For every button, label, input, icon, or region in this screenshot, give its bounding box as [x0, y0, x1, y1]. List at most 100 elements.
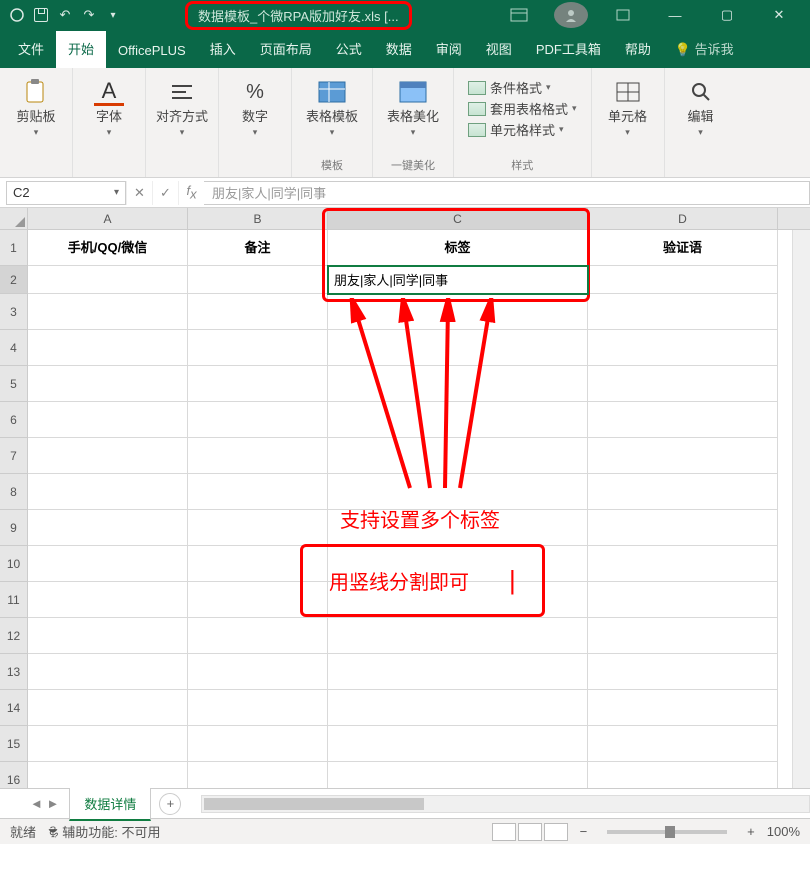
cell[interactable] — [328, 546, 588, 582]
cell[interactable] — [588, 474, 778, 510]
row-header[interactable]: 4 — [0, 330, 28, 366]
cell[interactable] — [188, 546, 328, 582]
tab-pdf[interactable]: PDF工具箱 — [524, 31, 613, 68]
cell[interactable] — [28, 402, 188, 438]
col-header-c[interactable]: C — [328, 208, 588, 229]
cell[interactable] — [328, 330, 588, 366]
cell[interactable]: 手机/QQ/微信 — [28, 230, 188, 266]
name-box[interactable]: C2▾ — [6, 181, 126, 205]
font-button[interactable]: A 字体▾ — [81, 74, 137, 139]
cell[interactable] — [328, 366, 588, 402]
cell[interactable] — [588, 330, 778, 366]
new-sheet-button[interactable]: + — [159, 793, 181, 815]
number-button[interactable]: % 数字▾ — [227, 74, 283, 139]
cells-button[interactable]: 单元格▾ — [600, 74, 656, 139]
minimize-button[interactable]: — — [658, 2, 692, 28]
cell[interactable] — [28, 546, 188, 582]
toolbar-icon[interactable] — [502, 2, 536, 28]
cell[interactable] — [28, 266, 188, 294]
formula-input[interactable]: 朋友|家人|同学|同事 — [204, 181, 810, 205]
row-header[interactable]: 13 — [0, 654, 28, 690]
tab-review[interactable]: 审阅 — [424, 31, 474, 68]
fx-icon[interactable]: fx — [178, 181, 204, 205]
tab-tellme[interactable]: 💡 告诉我 — [663, 31, 746, 68]
cell[interactable] — [328, 474, 588, 510]
cell[interactable] — [328, 294, 588, 330]
cell[interactable] — [28, 654, 188, 690]
row-header[interactable]: 6 — [0, 402, 28, 438]
cell[interactable] — [188, 690, 328, 726]
cell[interactable] — [188, 294, 328, 330]
cell[interactable] — [28, 582, 188, 618]
cell[interactable] — [188, 402, 328, 438]
cell[interactable] — [328, 582, 588, 618]
autosave-icon[interactable] — [8, 6, 26, 24]
beautify-button[interactable]: 表格美化▾ — [381, 74, 445, 139]
row-header[interactable]: 15 — [0, 726, 28, 762]
row-header[interactable]: 8 — [0, 474, 28, 510]
cell[interactable] — [588, 762, 778, 788]
tab-help[interactable]: 帮助 — [613, 31, 663, 68]
cell[interactable] — [588, 618, 778, 654]
cell[interactable] — [588, 266, 778, 294]
cell[interactable] — [328, 402, 588, 438]
cell[interactable] — [188, 438, 328, 474]
ribbon-mode-icon[interactable] — [606, 2, 640, 28]
tab-formula[interactable]: 公式 — [324, 31, 374, 68]
cell[interactable] — [28, 618, 188, 654]
cell[interactable] — [588, 726, 778, 762]
tab-data[interactable]: 数据 — [374, 31, 424, 68]
tab-view[interactable]: 视图 — [474, 31, 524, 68]
row-header[interactable]: 9 — [0, 510, 28, 546]
cell-active[interactable]: 朋友|家人|同学|同事 — [328, 266, 588, 294]
zoom-in-button[interactable]: + — [747, 824, 755, 839]
cell[interactable] — [588, 654, 778, 690]
cell[interactable] — [588, 582, 778, 618]
cell[interactable] — [328, 690, 588, 726]
zoom-slider[interactable] — [607, 830, 727, 834]
cell[interactable] — [588, 402, 778, 438]
row-header[interactable]: 14 — [0, 690, 28, 726]
cell[interactable]: 备注 — [188, 230, 328, 266]
align-button[interactable]: 对齐方式▾ — [154, 74, 210, 139]
template-button[interactable]: 表格模板▾ — [300, 74, 364, 139]
cell[interactable] — [28, 726, 188, 762]
row-header[interactable]: 2 — [0, 266, 28, 294]
cell[interactable] — [188, 726, 328, 762]
cell[interactable] — [588, 546, 778, 582]
conditional-format-button[interactable]: 条件格式 ▾ — [468, 78, 577, 97]
spreadsheet-grid[interactable]: A B C D 1 手机/QQ/微信 备注 标签 验证语 2 朋友|家人|同学|… — [0, 208, 810, 788]
zoom-out-button[interactable]: − — [580, 824, 588, 839]
row-header[interactable]: 3 — [0, 294, 28, 330]
row-header[interactable]: 12 — [0, 618, 28, 654]
cell[interactable]: 标签 — [328, 230, 588, 266]
cell[interactable] — [588, 510, 778, 546]
qat-more-icon[interactable]: ▾ — [104, 6, 122, 24]
row-header[interactable]: 10 — [0, 546, 28, 582]
cell[interactable] — [588, 366, 778, 402]
view-normal-button[interactable] — [492, 823, 516, 841]
cell[interactable] — [188, 618, 328, 654]
save-icon[interactable] — [32, 6, 50, 24]
cell[interactable] — [328, 510, 588, 546]
cell[interactable]: 验证语 — [588, 230, 778, 266]
maximize-button[interactable]: ▢ — [710, 2, 744, 28]
status-accessibility[interactable]: 🕏 辅助功能: 不可用 — [48, 819, 160, 845]
row-header[interactable]: 11 — [0, 582, 28, 618]
tab-layout[interactable]: 页面布局 — [248, 31, 324, 68]
tab-insert[interactable]: 插入 — [198, 31, 248, 68]
cell[interactable] — [188, 654, 328, 690]
cell[interactable] — [188, 366, 328, 402]
confirm-formula-icon[interactable]: ✓ — [152, 181, 178, 205]
close-button[interactable]: ✕ — [762, 2, 796, 28]
cell-style-button[interactable]: 单元格样式 ▾ — [468, 120, 577, 139]
cell[interactable] — [328, 438, 588, 474]
row-header[interactable]: 16 — [0, 762, 28, 788]
sheet-nav[interactable]: ◄ ► — [30, 796, 59, 811]
cell[interactable] — [28, 762, 188, 788]
view-page-button[interactable] — [518, 823, 542, 841]
cell[interactable] — [28, 330, 188, 366]
vertical-scrollbar[interactable] — [792, 230, 810, 788]
cell[interactable] — [28, 690, 188, 726]
cell[interactable] — [588, 690, 778, 726]
